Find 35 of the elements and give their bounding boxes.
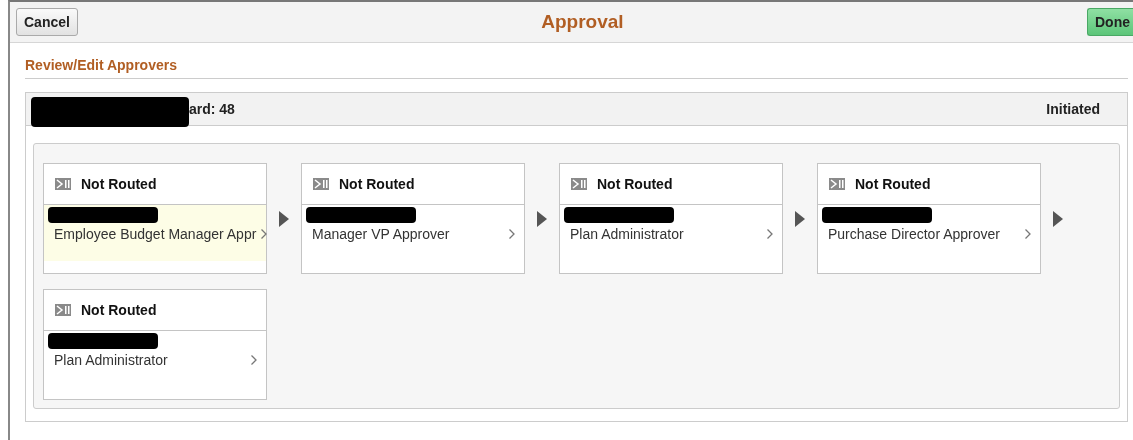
chevron-icon bbox=[766, 228, 774, 240]
approver-card[interactable]: Not Routed Plan Administrator bbox=[559, 163, 783, 274]
route-icon bbox=[571, 178, 587, 190]
route-icon bbox=[55, 304, 71, 316]
approver-role: Purchase Director Approver bbox=[828, 226, 1000, 242]
chevron-icon bbox=[260, 228, 269, 240]
step-status: Not Routed bbox=[339, 176, 415, 192]
approver-card[interactable]: Not Routed Purchase Director Approver bbox=[817, 163, 1041, 274]
step-status: Not Routed bbox=[81, 302, 157, 318]
window-title: Approval bbox=[541, 11, 624, 33]
chevron-icon bbox=[508, 228, 516, 240]
approver-card[interactable]: Not Routed Employee Budget Manager Appr bbox=[43, 163, 267, 274]
route-icon bbox=[829, 178, 845, 190]
step-status: Not Routed bbox=[855, 176, 931, 192]
route-icon bbox=[313, 178, 329, 190]
approver-role: Plan Administrator bbox=[570, 226, 684, 242]
approver-card[interactable]: Not Routed Manager VP Approver bbox=[301, 163, 525, 274]
chevron-icon bbox=[1024, 228, 1032, 240]
route-icon bbox=[55, 178, 71, 190]
arrow-icon bbox=[279, 210, 289, 227]
approver-role: Plan Administrator bbox=[54, 352, 168, 368]
approver-role: Employee Budget Manager Appr bbox=[54, 226, 257, 242]
status-label: Initiated bbox=[1046, 101, 1100, 117]
done-button[interactable]: Done bbox=[1087, 8, 1133, 36]
step-status: Not Routed bbox=[597, 176, 673, 192]
arrow-icon bbox=[1053, 210, 1063, 227]
approver-card[interactable]: Not Routed Plan Administrator bbox=[43, 289, 267, 400]
arrow-icon bbox=[537, 210, 547, 227]
arrow-icon bbox=[795, 210, 805, 227]
chevron-icon bbox=[250, 354, 258, 366]
header-label: ard: 48 bbox=[189, 101, 235, 117]
cancel-button[interactable]: Cancel bbox=[16, 8, 78, 36]
section-title: Review/Edit Approvers bbox=[25, 57, 1128, 79]
approver-role: Manager VP Approver bbox=[312, 226, 450, 242]
step-status: Not Routed bbox=[81, 176, 157, 192]
